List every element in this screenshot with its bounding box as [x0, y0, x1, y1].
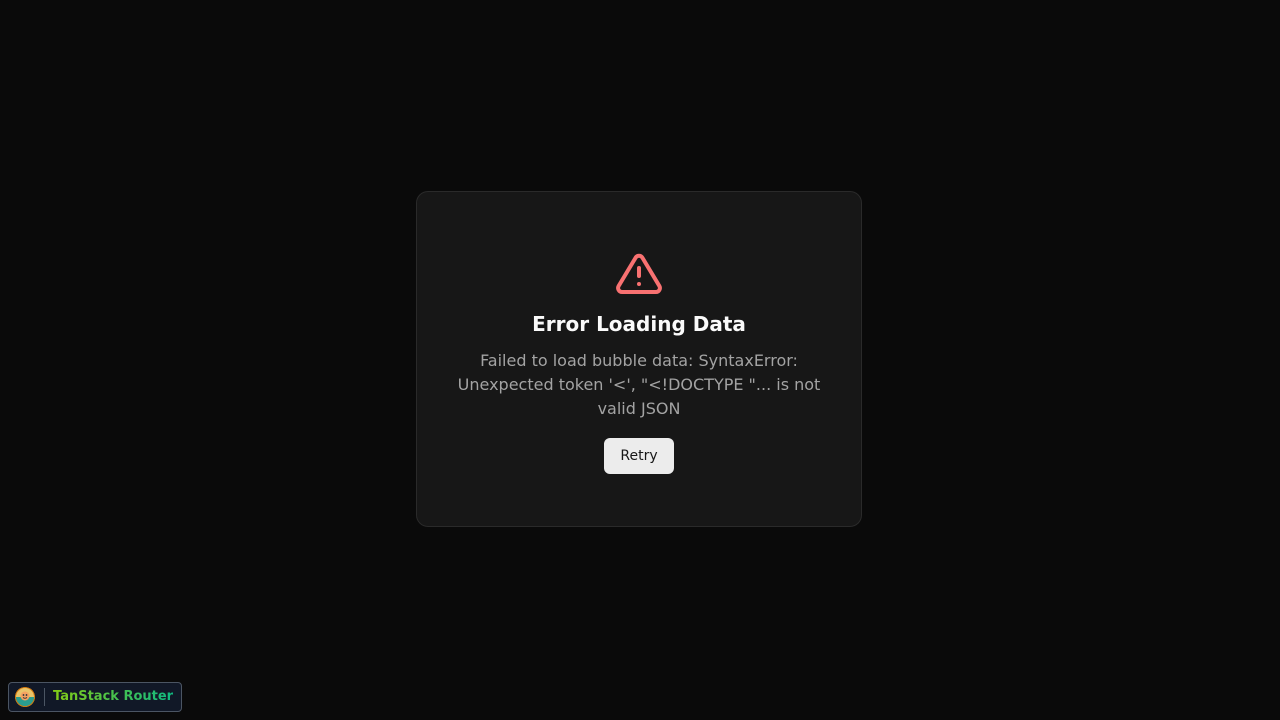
warning-triangle-icon — [616, 253, 662, 294]
error-message: Failed to load bubble data: SyntaxError:… — [457, 351, 821, 418]
devtools-divider — [44, 688, 45, 706]
page: Error Loading Data Failed to load bubble… — [0, 0, 1280, 720]
tanstack-router-devtools-button[interactable]: TanStack Router — [8, 682, 183, 712]
tanstack-logo-icon — [15, 687, 35, 707]
retry-button[interactable]: Retry — [604, 438, 674, 474]
error-card: Error Loading Data Failed to load bubble… — [416, 191, 862, 527]
error-title: Error Loading Data — [532, 312, 746, 336]
devtools-label: TanStack Router — [53, 683, 173, 711]
